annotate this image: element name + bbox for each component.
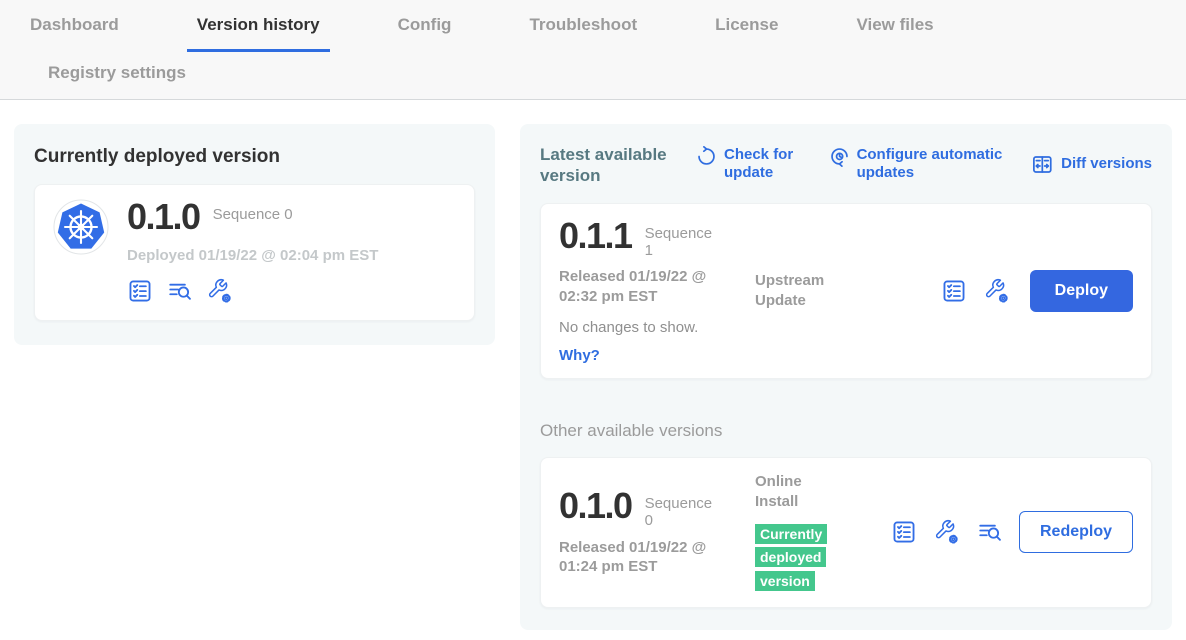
latest-released-timestamp: Released 01/19/22 @ 02:32 pm EST — [559, 267, 733, 306]
refresh-icon — [696, 146, 717, 167]
currently-deployed-badge: Currently deployed version — [755, 524, 827, 591]
preflight-checks-icon[interactable] — [891, 519, 917, 545]
deploy-logs-icon[interactable] — [167, 278, 193, 304]
deployed-version-number: 0.1.0 — [127, 199, 200, 235]
tab-view-files[interactable]: View files — [846, 12, 943, 52]
deploy-logs-icon[interactable] — [977, 519, 1003, 545]
latest-version-number: 0.1.1 — [559, 218, 632, 254]
check-for-update-link[interactable]: Check for update — [696, 146, 806, 182]
install-type-label: Online Install — [755, 472, 841, 511]
deploy-button[interactable]: Deploy — [1030, 270, 1133, 312]
other-version-card: 0.1.0 Sequence 0 Released 01/19/22 @ 01:… — [540, 457, 1152, 608]
currently-deployed-card: 0.1.0 Sequence 0 Deployed 01/19/22 @ 02:… — [34, 184, 475, 321]
edit-config-icon[interactable] — [934, 519, 960, 545]
nav-row-1: Dashboard Version history Config Trouble… — [0, 12, 1186, 52]
currently-deployed-panel: Currently deployed version — [14, 124, 495, 345]
latest-version-card: 0.1.1 Sequence 1 Released 01/19/22 @ 02:… — [540, 203, 1152, 380]
deployed-timestamp: Deployed 01/19/22 @ 02:04 pm EST — [127, 247, 378, 264]
top-navigation: Dashboard Version history Config Trouble… — [0, 0, 1186, 100]
preflight-checks-icon[interactable] — [941, 278, 967, 304]
tab-dashboard[interactable]: Dashboard — [20, 12, 129, 52]
redeploy-button[interactable]: Redeploy — [1019, 511, 1133, 553]
upstream-update-label: Upstream Update — [755, 271, 847, 310]
edit-config-icon[interactable] — [207, 278, 233, 304]
tab-config[interactable]: Config — [388, 12, 462, 52]
deployed-version-info: 0.1.0 Sequence 0 Deployed 01/19/22 @ 02:… — [127, 199, 378, 304]
latest-sequence-label: Sequence 1 — [645, 218, 719, 260]
other-version-number: 0.1.0 — [559, 488, 632, 524]
diff-versions-icon — [1031, 153, 1054, 176]
other-available-versions-title: Other available versions — [540, 421, 1152, 441]
no-changes-text: No changes to show. — [559, 319, 755, 336]
tab-troubleshoot[interactable]: Troubleshoot — [519, 12, 647, 52]
configure-automatic-updates-link[interactable]: Configure automatic updates — [829, 146, 1009, 182]
configure-automatic-updates-label: Configure automatic updates — [857, 146, 1009, 182]
tab-version-history[interactable]: Version history — [187, 12, 330, 52]
schedule-update-icon — [829, 146, 850, 167]
nav-row-2: Registry settings — [0, 60, 1186, 99]
check-for-update-label: Check for update — [724, 146, 806, 182]
latest-available-title: Latest available version — [540, 144, 682, 187]
deployed-sequence-label: Sequence 0 — [213, 199, 293, 223]
why-link[interactable]: Why? — [559, 347, 755, 364]
header-actions: Check for update Configure automatic upd… — [696, 144, 1152, 182]
main-content: Currently deployed version — [0, 100, 1186, 630]
preflight-checks-icon[interactable] — [127, 278, 153, 304]
other-released-timestamp: Released 01/19/22 @ 01:24 pm EST — [559, 538, 733, 577]
tab-license[interactable]: License — [705, 12, 788, 52]
currently-deployed-title: Currently deployed version — [34, 146, 475, 168]
tab-registry-settings[interactable]: Registry settings — [38, 60, 196, 99]
diff-versions-label: Diff versions — [1061, 155, 1152, 173]
latest-available-panel: Latest available version Check for updat… — [520, 124, 1172, 630]
diff-versions-link[interactable]: Diff versions — [1031, 146, 1152, 182]
other-sequence-label: Sequence 0 — [645, 488, 719, 530]
kubernetes-logo — [53, 199, 109, 260]
edit-config-icon[interactable] — [984, 278, 1010, 304]
